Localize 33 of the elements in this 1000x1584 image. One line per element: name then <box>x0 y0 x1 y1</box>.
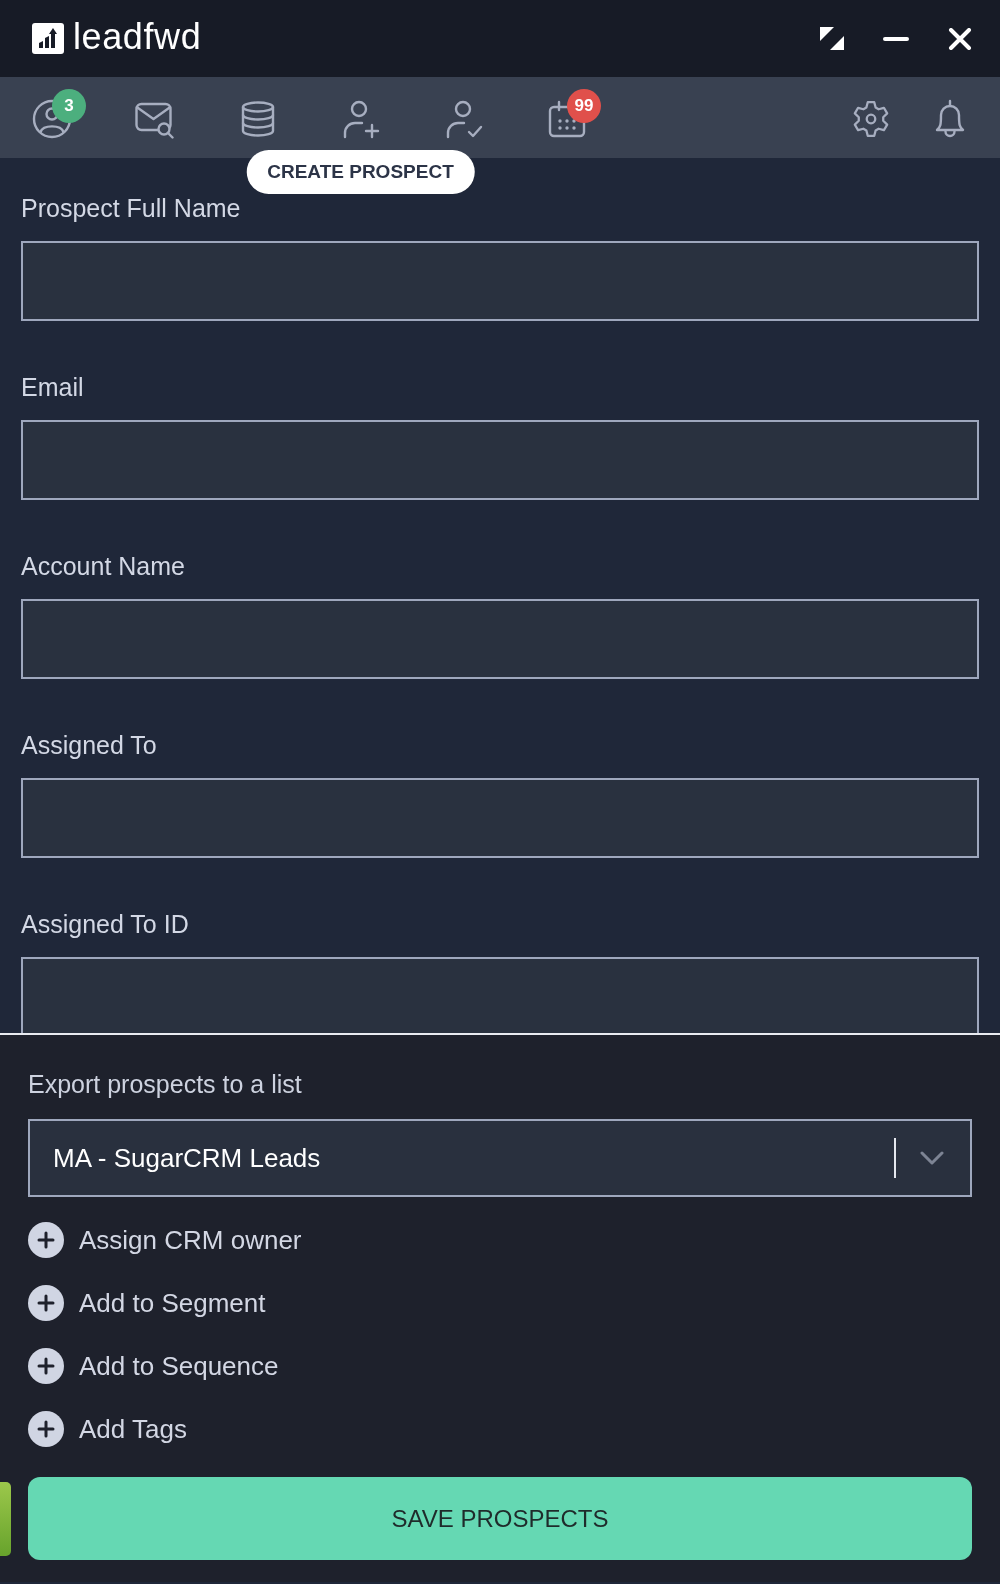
field-label: Assigned To <box>21 733 157 757</box>
settings-icon[interactable] <box>851 100 890 138</box>
action-item[interactable]: Add to Sequence <box>28 1347 279 1384</box>
text-input[interactable] <box>21 241 979 321</box>
plus-circle-icon <box>28 1410 64 1447</box>
export-label: Export prospects to a list <box>28 1069 302 1099</box>
plus-circle-icon <box>28 1347 64 1384</box>
close-icon[interactable] <box>948 27 972 50</box>
save-button[interactable]: SAVE PROSPECTS <box>28 1477 972 1560</box>
bell-icon[interactable] <box>934 99 965 139</box>
field-label: Account Name <box>21 554 185 578</box>
text-input[interactable] <box>21 778 979 858</box>
edge-tab[interactable] <box>0 1481 11 1556</box>
tooltip: CREATE PROSPECT <box>246 150 475 194</box>
action-item[interactable]: Add Tags <box>28 1410 187 1447</box>
notification-count: 99 <box>567 89 601 123</box>
app-logo-text: leadfwd <box>73 18 202 55</box>
minimize-icon[interactable] <box>882 35 910 42</box>
chevron-down-icon <box>920 1151 944 1165</box>
field-label: Assigned To ID <box>21 912 189 936</box>
text-input[interactable] <box>21 420 979 500</box>
field-label: Email <box>21 375 84 399</box>
text-input[interactable] <box>21 599 979 679</box>
field-label: Prospect Full Name <box>21 196 241 220</box>
plus-circle-icon <box>28 1221 64 1258</box>
chart-logo-icon <box>32 23 64 54</box>
resize-icon[interactable] <box>820 27 844 50</box>
notification-count: 3 <box>52 89 86 123</box>
text-input[interactable] <box>21 957 979 1033</box>
action-item[interactable]: Assign CRM owner <box>28 1221 302 1258</box>
action-item[interactable]: Add to Segment <box>28 1284 266 1321</box>
list-select[interactable]: MA - SugarCRM Leads <box>28 1119 972 1197</box>
plus-circle-icon <box>28 1284 64 1321</box>
